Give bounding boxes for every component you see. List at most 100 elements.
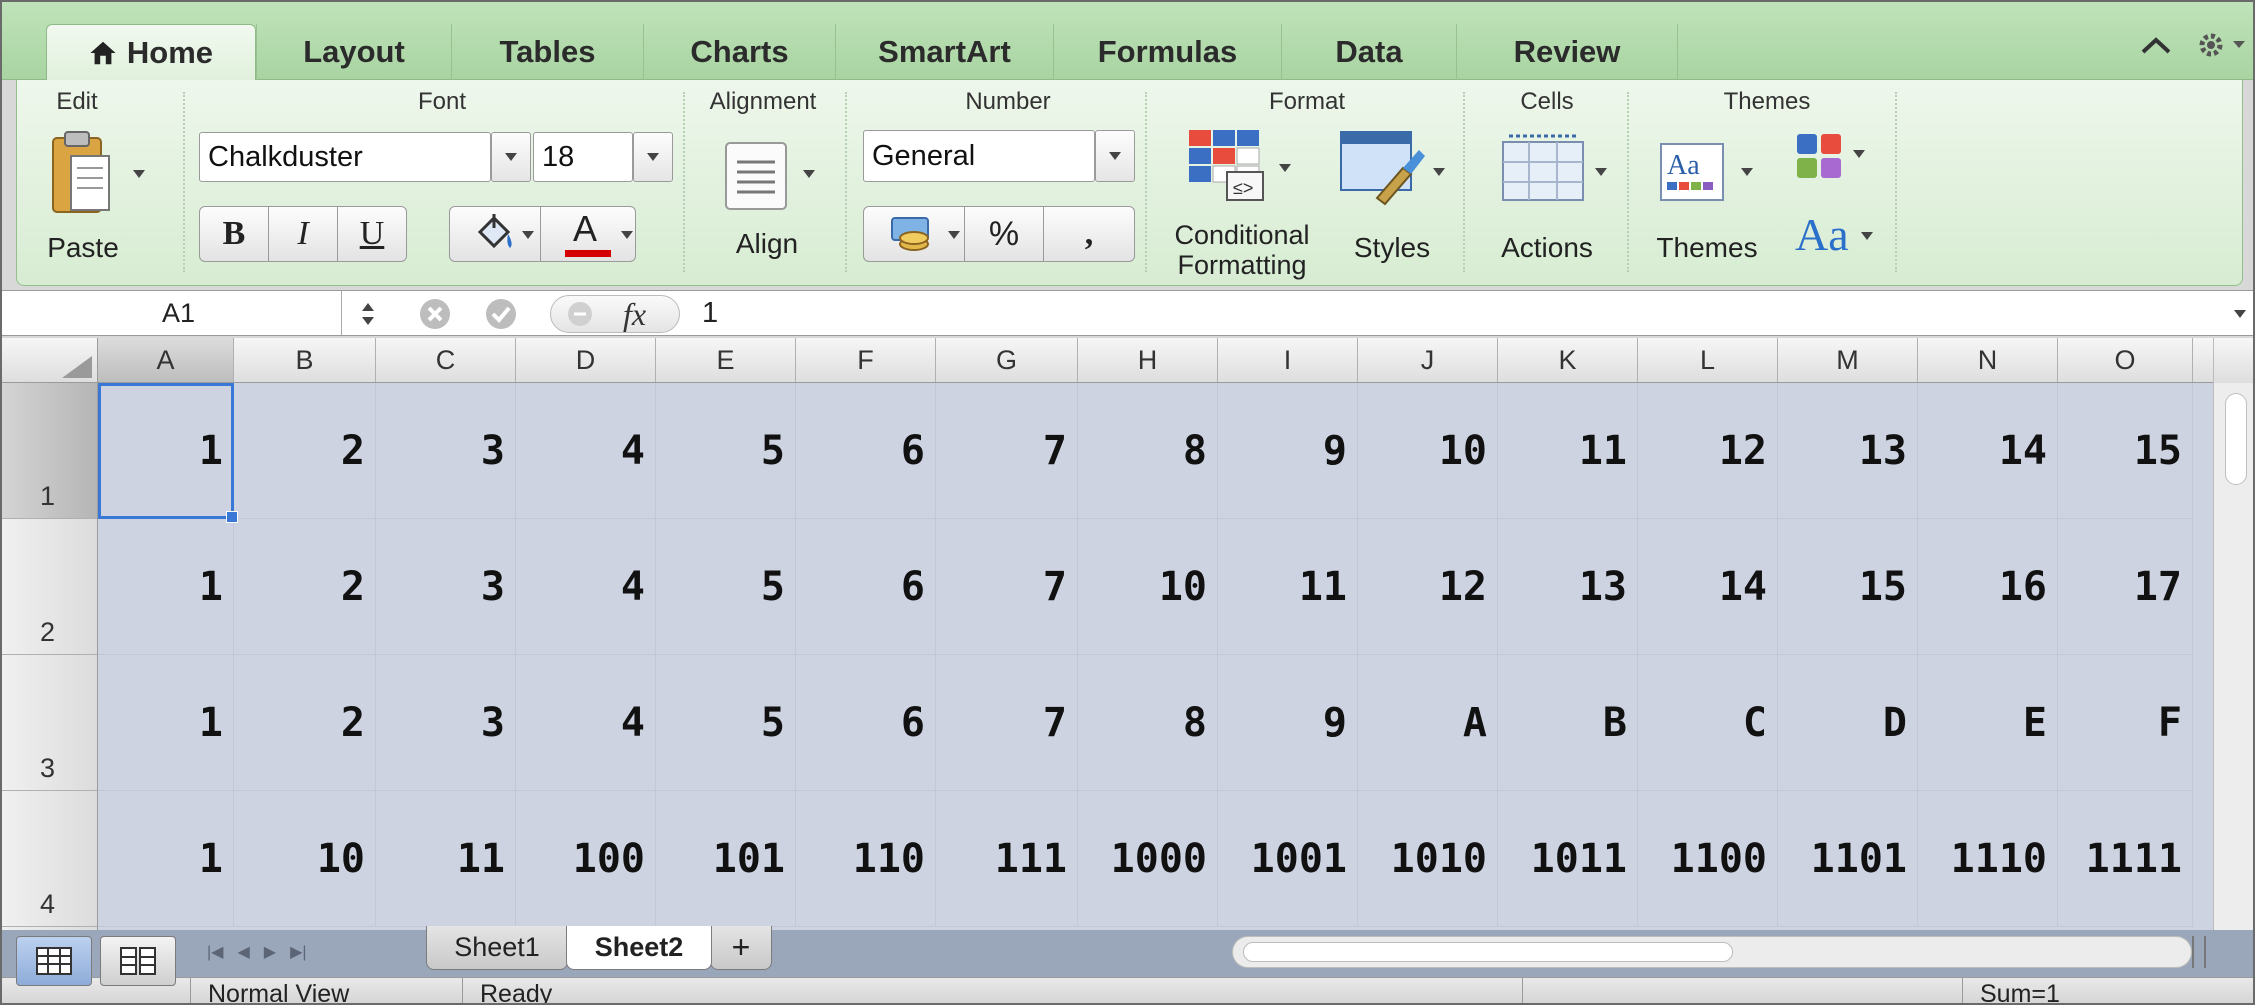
- sheet-tab-sheet2[interactable]: Sheet2: [566, 926, 712, 970]
- cell-l1[interactable]: 12: [1638, 383, 1778, 519]
- underline-button[interactable]: U: [337, 206, 407, 262]
- italic-button[interactable]: I: [268, 206, 338, 262]
- cell-m2[interactable]: 15: [1778, 519, 1918, 655]
- cell-o1[interactable]: 15: [2058, 383, 2193, 519]
- cell-b1[interactable]: 2: [234, 383, 376, 519]
- cell-h2[interactable]: 10: [1078, 519, 1218, 655]
- column-header-l[interactable]: L: [1638, 338, 1778, 382]
- cell-f4[interactable]: 110: [796, 791, 936, 927]
- name-box[interactable]: A1: [2, 291, 342, 335]
- column-header-j[interactable]: J: [1358, 338, 1498, 382]
- cell-g4[interactable]: 111: [936, 791, 1078, 927]
- cell-k2[interactable]: 13: [1498, 519, 1638, 655]
- number-format-input[interactable]: General: [863, 130, 1095, 182]
- cell-j1[interactable]: 10: [1358, 383, 1498, 519]
- collapse-ribbon-icon[interactable]: [2139, 34, 2173, 56]
- cell-c2[interactable]: 3: [376, 519, 516, 655]
- sheet-tab-sheet1[interactable]: Sheet1: [426, 926, 568, 970]
- cell-a1[interactable]: 1: [98, 383, 234, 519]
- column-header-o[interactable]: O: [2058, 338, 2193, 382]
- formula-input[interactable]: 1: [702, 297, 718, 330]
- row-header-2[interactable]: 2: [2, 519, 97, 655]
- cell-g3[interactable]: 7: [936, 655, 1078, 791]
- styles-button[interactable]: Styles: [1327, 128, 1457, 278]
- first-sheet-icon[interactable]: |◀: [207, 942, 223, 962]
- cell-b4[interactable]: 10: [234, 791, 376, 927]
- cell-a3[interactable]: 1: [98, 655, 234, 791]
- column-header-f[interactable]: F: [796, 338, 936, 382]
- cell-i2[interactable]: 11: [1218, 519, 1358, 655]
- column-header-a[interactable]: A: [98, 338, 234, 382]
- number-format-dropdown[interactable]: [1095, 130, 1135, 182]
- horizontal-scroll-thumb[interactable]: [1243, 942, 1733, 962]
- font-color-button[interactable]: A: [540, 206, 636, 262]
- cell-a2[interactable]: 1: [98, 519, 234, 655]
- horizontal-scrollbar[interactable]: [1232, 936, 2192, 968]
- page-layout-view-button[interactable]: [100, 936, 176, 986]
- select-all-corner[interactable]: [2, 338, 98, 382]
- cell-h3[interactable]: 8: [1078, 655, 1218, 791]
- column-header-c[interactable]: C: [376, 338, 516, 382]
- cell-e2[interactable]: 5: [656, 519, 796, 655]
- cell-g1[interactable]: 7: [936, 383, 1078, 519]
- cell-d4[interactable]: 100: [516, 791, 656, 927]
- name-box-stepper-icon[interactable]: [358, 299, 378, 329]
- font-size-input[interactable]: 18: [533, 132, 633, 182]
- conditional-formatting-button[interactable]: ≤> Conditional Formatting: [1157, 128, 1327, 280]
- cell-k1[interactable]: 11: [1498, 383, 1638, 519]
- cell-i1[interactable]: 9: [1218, 383, 1358, 519]
- formula-bar-expand-icon[interactable]: [2234, 310, 2246, 318]
- cell-l2[interactable]: 14: [1638, 519, 1778, 655]
- cell-l4[interactable]: 1100: [1638, 791, 1778, 927]
- cell-n4[interactable]: 1110: [1918, 791, 2058, 927]
- themes-button[interactable]: Aa Themes: [1647, 128, 1767, 278]
- cell-d1[interactable]: 4: [516, 383, 656, 519]
- tab-home[interactable]: Home: [46, 24, 256, 81]
- vertical-scrollbar[interactable]: [2213, 383, 2253, 930]
- cell-o2[interactable]: 17: [2058, 519, 2193, 655]
- column-header-h[interactable]: H: [1078, 338, 1218, 382]
- row-header-4[interactable]: 4: [2, 791, 97, 927]
- cell-b2[interactable]: 2: [234, 519, 376, 655]
- cell-m1[interactable]: 13: [1778, 383, 1918, 519]
- cell-b3[interactable]: 2: [234, 655, 376, 791]
- tab-smartart[interactable]: SmartArt: [835, 24, 1053, 80]
- function-button[interactable]: fx: [550, 295, 680, 333]
- tab-review[interactable]: Review: [1456, 24, 1678, 80]
- tab-layout[interactable]: Layout: [256, 24, 451, 80]
- cell-g2[interactable]: 7: [936, 519, 1078, 655]
- next-sheet-icon[interactable]: ▶: [264, 942, 276, 962]
- theme-fonts-button[interactable]: Aa: [1795, 208, 1885, 268]
- fill-color-button[interactable]: [449, 206, 541, 262]
- percent-button[interactable]: %: [964, 206, 1044, 262]
- cell-k4[interactable]: 1011: [1498, 791, 1638, 927]
- tab-tables[interactable]: Tables: [451, 24, 643, 80]
- normal-view-button[interactable]: [16, 936, 92, 986]
- paste-dropdown-icon[interactable]: [133, 170, 145, 178]
- column-header-n[interactable]: N: [1918, 338, 2058, 382]
- cell-f1[interactable]: 6: [796, 383, 936, 519]
- theme-colors-button[interactable]: [1795, 132, 1875, 192]
- column-header-k[interactable]: K: [1498, 338, 1638, 382]
- column-header-m[interactable]: M: [1778, 338, 1918, 382]
- add-sheet-button[interactable]: +: [710, 926, 772, 970]
- cell-e3[interactable]: 5: [656, 655, 796, 791]
- confirm-icon[interactable]: [484, 297, 518, 331]
- tab-formulas[interactable]: Formulas: [1053, 24, 1281, 80]
- cell-o4[interactable]: 1111: [2058, 791, 2193, 927]
- column-header-b[interactable]: B: [234, 338, 376, 382]
- vertical-scroll-thumb[interactable]: [2225, 393, 2247, 485]
- column-header-i[interactable]: I: [1218, 338, 1358, 382]
- cell-h4[interactable]: 1000: [1078, 791, 1218, 927]
- row-header-1[interactable]: 1: [2, 383, 97, 519]
- bold-button[interactable]: B: [199, 206, 269, 262]
- cell-f2[interactable]: 6: [796, 519, 936, 655]
- fill-handle[interactable]: [226, 511, 238, 523]
- cell-m3[interactable]: D: [1778, 655, 1918, 791]
- align-button[interactable]: Align: [707, 136, 837, 276]
- cell-e1[interactable]: 5: [656, 383, 796, 519]
- cell-a4[interactable]: 1: [98, 791, 234, 927]
- cell-j3[interactable]: A: [1358, 655, 1498, 791]
- last-sheet-icon[interactable]: ▶|: [290, 942, 306, 962]
- cell-i4[interactable]: 1001: [1218, 791, 1358, 927]
